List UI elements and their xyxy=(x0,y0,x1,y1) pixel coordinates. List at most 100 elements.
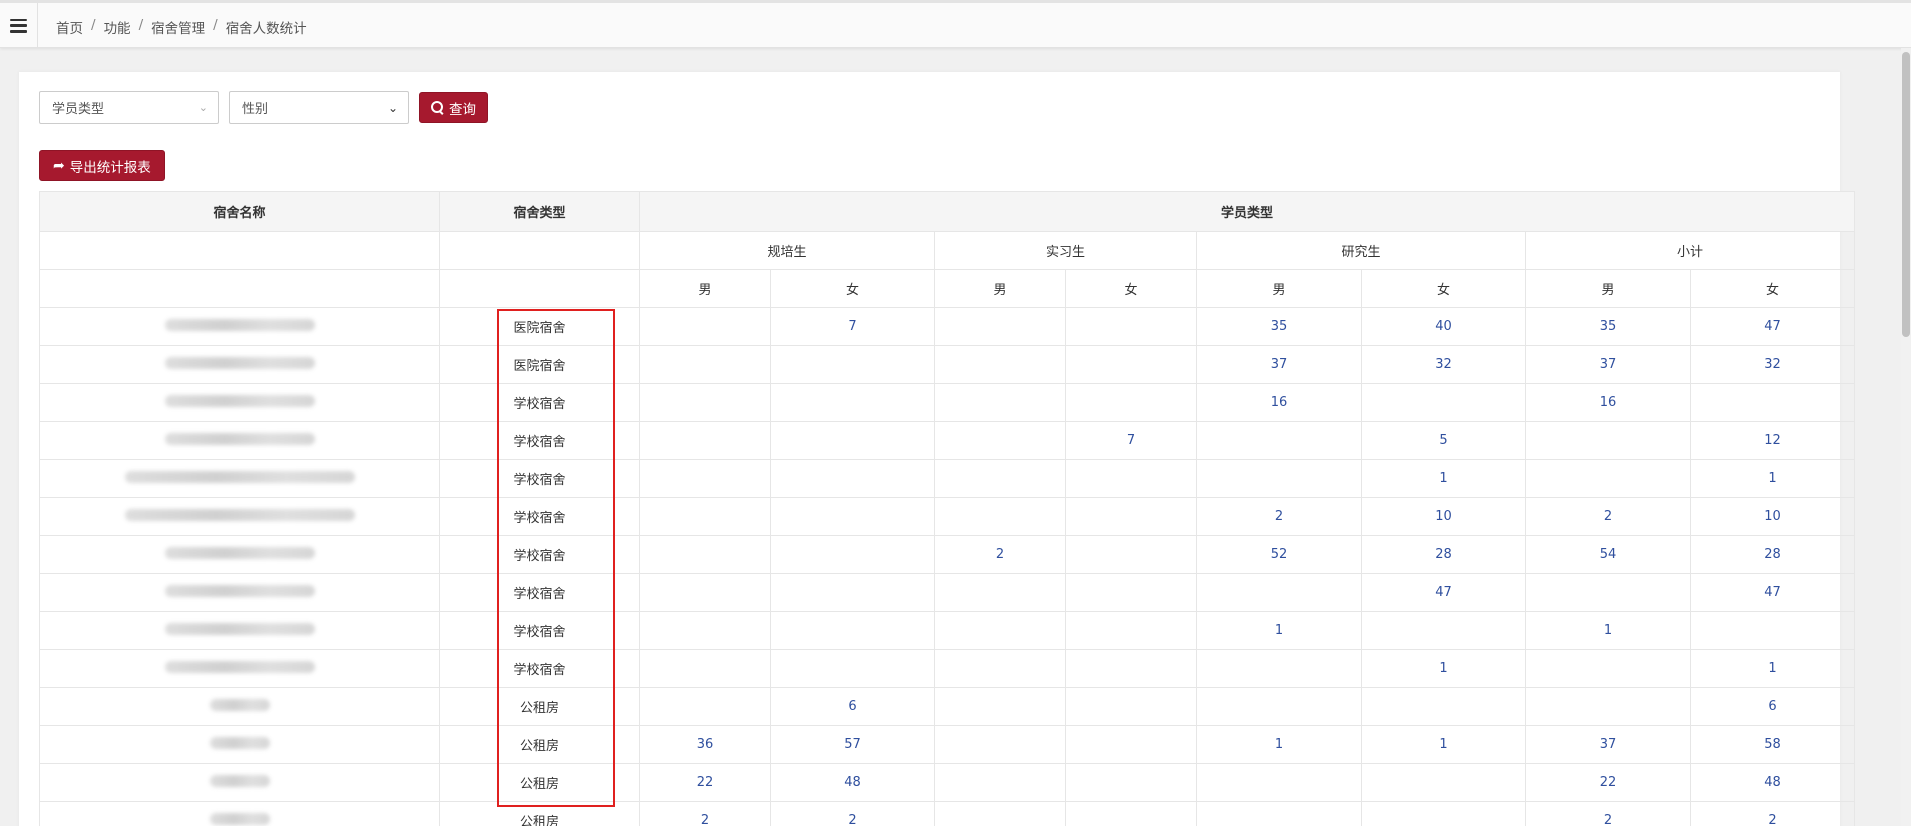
count-cell[interactable]: 40 xyxy=(1361,307,1526,346)
count-cell[interactable]: 2 xyxy=(1196,497,1362,536)
count-cell[interactable]: 32 xyxy=(1361,345,1526,384)
count-cell[interactable]: 48 xyxy=(770,763,935,802)
count-cell[interactable] xyxy=(1196,573,1362,612)
count-cell[interactable] xyxy=(1065,763,1197,802)
count-cell[interactable] xyxy=(1525,459,1691,498)
scrollbar-thumb[interactable] xyxy=(1902,52,1910,337)
count-cell[interactable]: 32 xyxy=(1689,345,1856,384)
count-cell[interactable] xyxy=(934,649,1066,688)
count-cell[interactable] xyxy=(1361,687,1526,726)
count-cell[interactable]: 1 xyxy=(1361,725,1526,764)
count-cell[interactable] xyxy=(639,535,771,574)
count-cell[interactable]: 2 xyxy=(934,535,1066,574)
count-cell[interactable]: 1 xyxy=(1361,459,1526,498)
count-cell[interactable] xyxy=(639,307,771,346)
count-cell[interactable] xyxy=(639,383,771,422)
count-cell[interactable]: 6 xyxy=(1689,687,1856,726)
count-cell[interactable] xyxy=(1361,611,1526,650)
count-cell[interactable] xyxy=(1065,649,1197,688)
count-cell[interactable]: 47 xyxy=(1689,573,1856,612)
count-cell[interactable] xyxy=(934,725,1066,764)
count-cell[interactable] xyxy=(934,345,1066,384)
count-cell[interactable] xyxy=(770,421,935,460)
count-cell[interactable] xyxy=(934,763,1066,802)
count-cell[interactable] xyxy=(770,345,935,384)
count-cell[interactable] xyxy=(1525,421,1691,460)
breadcrumb-functions[interactable]: 功能 xyxy=(104,17,131,37)
count-cell[interactable] xyxy=(1065,345,1197,384)
count-cell[interactable] xyxy=(1689,383,1856,422)
count-cell[interactable]: 2 xyxy=(1525,801,1691,826)
count-cell[interactable] xyxy=(1065,801,1197,826)
count-cell[interactable]: 1 xyxy=(1361,649,1526,688)
count-cell[interactable]: 54 xyxy=(1525,535,1691,574)
count-cell[interactable]: 10 xyxy=(1689,497,1856,536)
count-cell[interactable] xyxy=(639,687,771,726)
count-cell[interactable] xyxy=(1065,459,1197,498)
count-cell[interactable] xyxy=(770,649,935,688)
count-cell[interactable] xyxy=(1065,497,1197,536)
student-type-select[interactable]: 学员类型 ⌄ xyxy=(39,91,219,124)
count-cell[interactable]: 35 xyxy=(1525,307,1691,346)
count-cell[interactable] xyxy=(639,649,771,688)
count-cell[interactable] xyxy=(1361,801,1526,826)
count-cell[interactable]: 1 xyxy=(1525,611,1691,650)
count-cell[interactable] xyxy=(934,459,1066,498)
count-cell[interactable]: 7 xyxy=(770,307,935,346)
count-cell[interactable] xyxy=(1196,763,1362,802)
count-cell[interactable]: 47 xyxy=(1689,307,1856,346)
count-cell[interactable]: 7 xyxy=(1065,421,1197,460)
count-cell[interactable]: 35 xyxy=(1196,307,1362,346)
count-cell[interactable]: 28 xyxy=(1361,535,1526,574)
count-cell[interactable]: 2 xyxy=(639,801,771,826)
count-cell[interactable]: 47 xyxy=(1361,573,1526,612)
count-cell[interactable]: 52 xyxy=(1196,535,1362,574)
menu-toggle-button[interactable] xyxy=(0,3,38,48)
count-cell[interactable] xyxy=(1689,611,1856,650)
count-cell[interactable]: 5 xyxy=(1361,421,1526,460)
count-cell[interactable] xyxy=(934,801,1066,826)
count-cell[interactable] xyxy=(1525,649,1691,688)
count-cell[interactable]: 2 xyxy=(770,801,935,826)
count-cell[interactable]: 16 xyxy=(1525,383,1691,422)
count-cell[interactable] xyxy=(770,535,935,574)
count-cell[interactable] xyxy=(1065,687,1197,726)
breadcrumb-home[interactable]: 首页 xyxy=(56,17,83,37)
count-cell[interactable] xyxy=(1196,459,1362,498)
count-cell[interactable]: 37 xyxy=(1525,345,1691,384)
count-cell[interactable] xyxy=(1196,421,1362,460)
export-report-button[interactable]: ➦ 导出统计报表 xyxy=(39,150,165,181)
count-cell[interactable] xyxy=(934,611,1066,650)
count-cell[interactable]: 22 xyxy=(1525,763,1691,802)
count-cell[interactable]: 36 xyxy=(639,725,771,764)
count-cell[interactable]: 1 xyxy=(1689,459,1856,498)
count-cell[interactable] xyxy=(1525,687,1691,726)
gender-select[interactable]: 性别 ⌄ xyxy=(229,91,409,124)
count-cell[interactable]: 57 xyxy=(770,725,935,764)
count-cell[interactable] xyxy=(639,497,771,536)
count-cell[interactable] xyxy=(934,307,1066,346)
count-cell[interactable]: 1 xyxy=(1689,649,1856,688)
count-cell[interactable] xyxy=(934,573,1066,612)
count-cell[interactable] xyxy=(934,687,1066,726)
count-cell[interactable] xyxy=(1065,573,1197,612)
count-cell[interactable] xyxy=(1196,687,1362,726)
count-cell[interactable] xyxy=(1065,535,1197,574)
count-cell[interactable] xyxy=(639,573,771,612)
count-cell[interactable]: 37 xyxy=(1525,725,1691,764)
count-cell[interactable] xyxy=(639,459,771,498)
count-cell[interactable]: 12 xyxy=(1689,421,1856,460)
count-cell[interactable] xyxy=(639,421,771,460)
count-cell[interactable]: 6 xyxy=(770,687,935,726)
count-cell[interactable] xyxy=(1361,383,1526,422)
count-cell[interactable] xyxy=(770,497,935,536)
search-button[interactable]: 查询 xyxy=(419,92,488,123)
count-cell[interactable]: 2 xyxy=(1689,801,1856,826)
count-cell[interactable] xyxy=(639,345,771,384)
count-cell[interactable] xyxy=(934,383,1066,422)
count-cell[interactable] xyxy=(770,611,935,650)
count-cell[interactable] xyxy=(1525,573,1691,612)
count-cell[interactable]: 16 xyxy=(1196,383,1362,422)
count-cell[interactable] xyxy=(1196,649,1362,688)
count-cell[interactable] xyxy=(770,459,935,498)
